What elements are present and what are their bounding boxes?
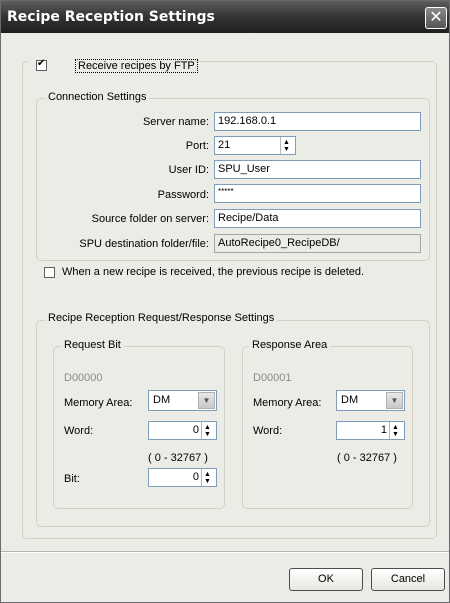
response-memory-area-select[interactable]: DM ▼: [336, 390, 405, 411]
user-id-input[interactable]: SPU_User: [214, 160, 421, 179]
request-memory-area-select[interactable]: DM ▼: [148, 390, 217, 411]
port-spinner[interactable]: ▲ ▼: [280, 137, 295, 154]
bottom-divider: [1, 551, 449, 553]
user-id-value: SPU_User: [218, 163, 270, 175]
request-bit-input[interactable]: 0 ▲ ▼: [148, 468, 217, 487]
close-icon: ✕: [429, 9, 443, 26]
port-value: 21: [218, 139, 231, 151]
request-bit-legend: Request Bit: [61, 339, 124, 351]
dialog-title: Recipe Reception Settings: [7, 9, 215, 25]
response-word-input[interactable]: 1 ▲ ▼: [336, 421, 405, 440]
request-response-legend: Recipe Reception Request/Response Settin…: [45, 312, 278, 324]
request-bit-spinner[interactable]: ▲ ▼: [201, 469, 216, 486]
request-word-value: 0: [192, 424, 199, 436]
chevron-down-icon[interactable]: ▼: [386, 392, 403, 409]
response-memory-area-label: Memory Area:: [253, 397, 322, 409]
response-range: ( 0 - 32767 ): [337, 452, 397, 464]
request-word-spinner[interactable]: ▲ ▼: [201, 422, 216, 439]
destination-value: AutoRecipe0_RecipeDB/: [218, 237, 340, 249]
delete-previous-label: When a new recipe is received, the previ…: [62, 266, 365, 278]
request-bit-value: 0: [192, 471, 199, 483]
request-memory-area-label: Memory Area:: [64, 397, 133, 409]
user-id-label: User ID:: [168, 164, 209, 176]
destination-label: SPU destination folder/file:: [79, 238, 209, 250]
source-folder-value: Recipe/Data: [218, 212, 279, 224]
request-word-input[interactable]: 0 ▲ ▼: [148, 421, 217, 440]
password-label: Password:: [157, 189, 209, 201]
response-word-label: Word:: [253, 425, 283, 437]
response-memory-area-value: DM: [341, 394, 359, 406]
source-folder-input[interactable]: Recipe/Data: [214, 209, 421, 228]
response-address: D00001: [253, 372, 292, 384]
server-name-input[interactable]: 192.168.0.1: [214, 112, 421, 131]
receive-ftp-label: Receive recipes by FTP: [75, 59, 198, 73]
dialog-window: Recipe Reception Settings ✕ Receive reci…: [0, 0, 450, 603]
port-label: Port:: [185, 140, 209, 152]
password-input[interactable]: *****: [214, 184, 421, 203]
close-button[interactable]: ✕: [425, 7, 447, 29]
request-address: D00000: [64, 372, 103, 384]
response-word-spinner[interactable]: ▲ ▼: [389, 422, 404, 439]
response-word-value: 1: [380, 424, 387, 436]
connection-settings-legend: Connection Settings: [45, 91, 150, 103]
request-range: ( 0 - 32767 ): [148, 452, 208, 464]
password-value: *****: [218, 187, 234, 196]
request-word-label: Word:: [64, 425, 94, 437]
source-folder-label: Source folder on server:: [91, 213, 209, 225]
response-area-legend: Response Area: [249, 339, 331, 351]
delete-previous-checkbox[interactable]: [44, 267, 55, 278]
server-name-label: Server name:: [142, 116, 209, 128]
chevron-down-icon[interactable]: ▼: [198, 392, 215, 409]
title-bar: Recipe Reception Settings ✕: [1, 1, 449, 33]
ok-button[interactable]: OK: [289, 568, 363, 591]
server-name-value: 192.168.0.1: [218, 115, 277, 127]
cancel-button[interactable]: Cancel: [371, 568, 445, 591]
destination-field: AutoRecipe0_RecipeDB/: [214, 234, 421, 253]
request-memory-area-value: DM: [153, 394, 171, 406]
receive-ftp-option[interactable]: Receive recipes by FTP: [29, 57, 198, 74]
receive-ftp-checkbox[interactable]: [36, 58, 47, 71]
port-input[interactable]: 21 ▲ ▼: [214, 136, 296, 155]
request-bit-label: Bit:: [64, 473, 80, 485]
